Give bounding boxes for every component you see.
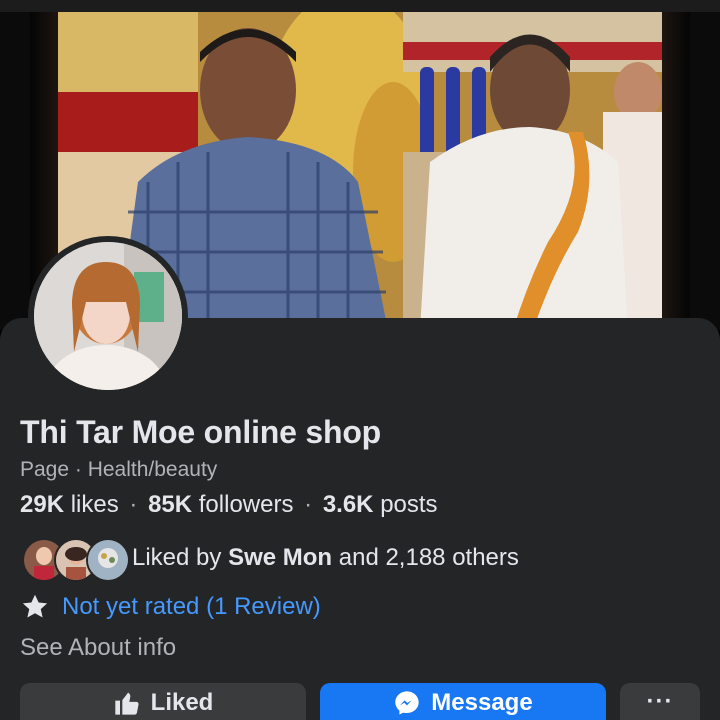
messenger-icon <box>395 691 419 715</box>
message-button[interactable]: Message <box>320 683 606 720</box>
liked-by-suffix: and 2,188 others <box>338 544 519 571</box>
stats-separator: · <box>304 491 313 518</box>
liked-button[interactable]: Liked <box>20 683 306 720</box>
thumbs-up-icon <box>114 692 139 715</box>
likes-label: likes <box>70 491 119 518</box>
profile-avatar[interactable] <box>34 242 182 390</box>
liked-button-label: Liked <box>150 689 214 716</box>
page-stats: 29K likes · 85K followers · 3.6K posts <box>20 491 438 519</box>
page-profile: Thi Tar Moe online shop Page · Health/be… <box>0 0 720 720</box>
posts-count: 3.6K <box>322 491 374 518</box>
see-about-info-link[interactable]: See About info <box>20 634 176 662</box>
message-button-label: Message <box>431 689 533 716</box>
followers-label: followers <box>198 491 294 518</box>
stats-separator: · <box>129 491 138 518</box>
friend-avatars <box>22 536 130 582</box>
page-title: Thi Tar Moe online shop <box>20 414 382 450</box>
rating-row[interactable]: Not yet rated (1 Review) <box>20 592 321 622</box>
liked-by-friend[interactable]: Swe Mon <box>228 544 332 571</box>
top-bar <box>0 0 720 12</box>
rating-link[interactable]: Not yet rated (1 Review) <box>62 593 321 621</box>
more-icon: ··· <box>646 688 674 715</box>
avatar <box>86 538 130 582</box>
followers-count: 85K <box>148 491 193 518</box>
avatar-image <box>34 242 182 390</box>
liked-by-text: Liked by Swe Mon and 2,188 others <box>132 544 519 572</box>
likes-count: 29K <box>20 491 65 518</box>
page-category: Page · Health/beauty <box>20 458 218 481</box>
liked-by-row[interactable]: Liked by Swe Mon and 2,188 others <box>22 536 519 582</box>
more-options-button[interactable]: ··· <box>620 683 700 720</box>
cover-side-right <box>662 12 690 330</box>
star-icon <box>22 594 48 618</box>
liked-by-prefix: Liked by <box>132 544 222 571</box>
posts-label: posts <box>380 491 438 518</box>
